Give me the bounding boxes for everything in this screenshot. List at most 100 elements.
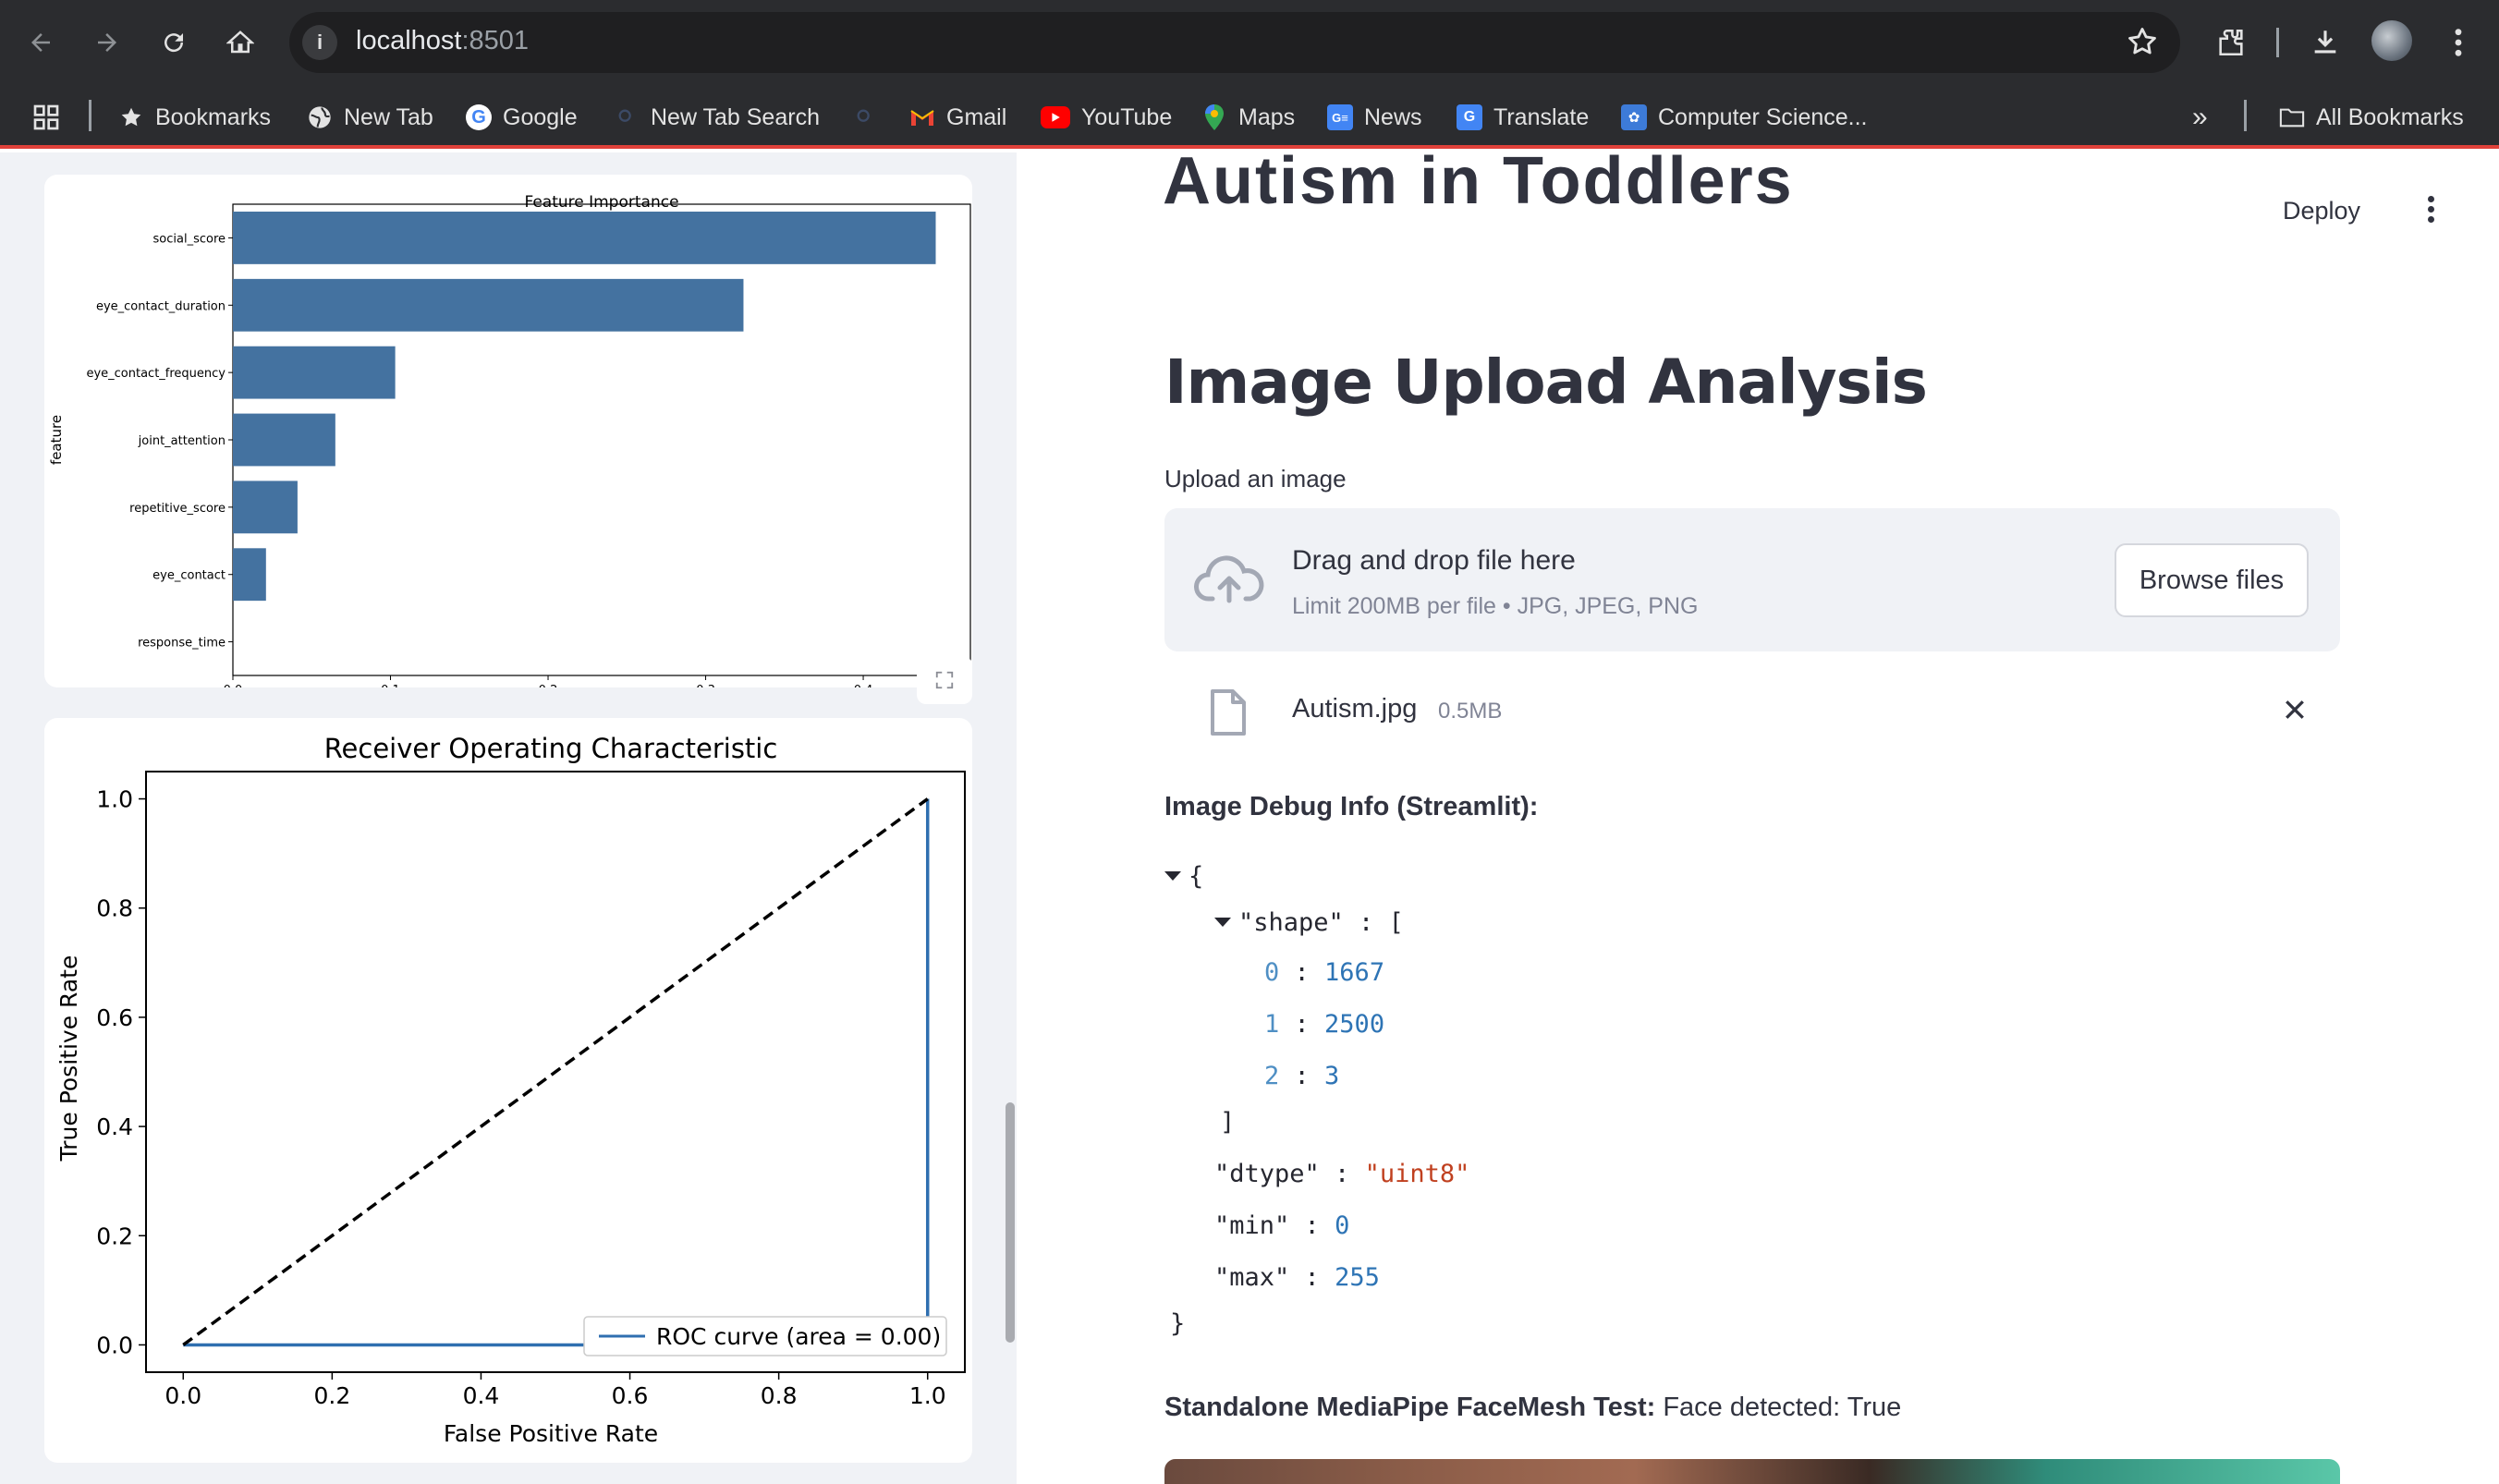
feature-importance-chart: social_score eye_contact_duration eye_cont… [48,193,971,707]
main-menu-icon[interactable] [2421,193,2440,230]
y-tick-label: eye_contact_duration [96,299,226,313]
fullscreen-icon[interactable] [917,656,972,704]
roc-chart: 0.0 0.2 0.4 0.6 0.8 1.0 0.0 0.2 0.4 0.6 0.8 1.0 Rec… [55,733,966,1447]
json-array-close: ] [1220,1108,1236,1137]
toolbar-divider [2276,28,2279,57]
browser-toolbar: i localhost:8501 [0,0,2499,86]
y-tick-label: response_time [138,637,226,651]
y-tick-label: 1.0 [96,786,133,813]
browse-files-button[interactable]: Browse files [2115,543,2309,617]
bookmark-google[interactable]: G Google [466,99,578,136]
bookmark-gmail[interactable]: Gmail [909,99,1006,136]
json-root-row[interactable]: { [1164,862,1203,891]
roc-card: 0.0 0.2 0.4 0.6 0.8 1.0 0.0 0.2 0.4 0.6 0.8 1.0 Rec… [44,718,972,1463]
bookmark-computer-science[interactable]: ✿ Computer Science... [1621,99,1868,136]
bar-eye-contact-frequency [233,346,396,399]
deploy-button[interactable]: Deploy [2283,197,2360,225]
home-icon[interactable] [218,20,262,65]
translate-icon: G [1457,104,1482,130]
back-icon[interactable] [18,20,63,65]
file-name: Autism.jpg [1292,694,1418,724]
site-icon: ✿ [1621,104,1647,130]
section-heading: Image Upload Analysis [1164,347,1928,418]
x-tick-label: 0.4 [854,684,873,687]
y-axis-label: True Positive Rate [55,955,82,1162]
bookmark-translate[interactable]: G Translate [1457,99,1589,136]
globe-icon [307,104,333,130]
file-icon [1209,688,1248,741]
x-tick-label: 0.6 [612,1382,649,1409]
debug-title: Image Debug Info (Streamlit): [1164,792,1539,821]
bookmark-news[interactable]: G≡ News [1327,99,1422,136]
x-tick-label: 0.1 [381,684,400,687]
x-tick-label: 0.2 [539,684,558,687]
collapse-caret-icon[interactable] [1214,918,1231,927]
json-array-item: 1 : 2500 [1264,1010,1385,1039]
y-tick-label: 0.6 [96,1004,133,1031]
json-root-close: } [1170,1309,1186,1338]
x-tick-label: 0.3 [696,684,715,687]
chance-line [182,797,929,1346]
file-dropzone[interactable]: Drag and drop file here Limit 200MB per … [1164,508,2340,651]
gmail-icon [909,104,935,130]
dropzone-limits: Limit 200MB per file • JPG, JPEG, PNG [1292,593,1699,619]
bookmark-new-tab-search[interactable]: New Tab Search [614,99,820,136]
site-info-icon[interactable]: i [302,25,337,60]
json-shape-row[interactable]: "shape" : [ [1214,908,1404,937]
folder-icon [2279,104,2305,130]
sidebar-scrollbar[interactable] [1006,1102,1015,1343]
bookmark-maps[interactable]: Maps [1201,99,1295,136]
x-tick-label: 1.0 [909,1382,946,1409]
bookmarks-bar: Bookmarks New Tab G Google New Tab Searc… [0,86,2499,149]
bookmark-star-icon[interactable] [2125,24,2160,64]
facemesh-label: Standalone MediaPipe FaceMesh Test: [1164,1393,1656,1422]
y-tick-label: 0.8 [96,895,133,922]
cloud-upload-icon [1194,553,1264,609]
main-content: Autism in Toddlers Deploy Image Upload A… [1017,152,2499,1484]
feature-importance-card: social_score eye_contact_duration eye_cont… [44,175,972,707]
close-icon[interactable] [2281,696,2309,728]
star-icon [118,104,144,130]
bookmark-bookmarks[interactable]: Bookmarks [118,99,271,136]
collapse-caret-icon[interactable] [1164,871,1181,881]
y-tick-label: repetitive_score [129,502,226,516]
file-size: 0.5MB [1438,699,1503,724]
x-tick-label: 0.0 [165,1382,201,1409]
y-tick-label: eye_contact [152,569,226,583]
all-bookmarks[interactable]: All Bookmarks [2279,99,2464,136]
chart-frame [232,203,971,676]
extensions-icon[interactable] [2209,20,2253,65]
json-array-item: 0 : 1667 [1264,958,1385,987]
facemesh-value: Face detected: True [1663,1393,1902,1422]
search-icon [852,104,878,130]
x-axis-label: False Positive Rate [444,1420,658,1447]
bookmark-youtube[interactable]: YouTube [1041,99,1172,136]
maps-icon [1201,104,1227,130]
bar-repetitive-score [233,480,298,534]
dropzone-title: Drag and drop file here [1292,545,1576,576]
bookmark-blank[interactable] [852,99,878,136]
json-min-row: "min" : 0 [1214,1211,1350,1240]
y-tick-label: 0.0 [96,1332,133,1358]
youtube-icon [1041,106,1070,128]
apps-grid-icon[interactable] [31,99,61,136]
profile-avatar[interactable] [2371,20,2412,61]
news-icon: G≡ [1327,104,1353,130]
bar-social-score [233,212,936,264]
chrome-menu-icon[interactable] [2436,20,2481,65]
search-icon [614,104,640,130]
y-axis-label: feature [48,415,65,465]
address-bar[interactable]: i localhost:8501 [289,12,2180,73]
download-icon[interactable] [2303,20,2347,65]
bookmark-new-tab[interactable]: New Tab [307,99,433,136]
bar-joint-attention [233,413,335,467]
sidebar: social_score eye_contact_duration eye_cont… [0,152,1017,1484]
x-tick-label: 0.4 [463,1382,500,1409]
forward-icon[interactable] [85,20,129,65]
y-tick-label: 0.2 [96,1222,133,1249]
page-title-cut: Autism in Toddlers [1163,152,1794,218]
more-bookmarks-icon[interactable]: » [2192,99,2208,136]
legend: ROC curve (area = 0.00) [583,1316,947,1356]
reload-icon[interactable] [152,20,196,65]
bar-eye-contact-duration [233,278,744,332]
